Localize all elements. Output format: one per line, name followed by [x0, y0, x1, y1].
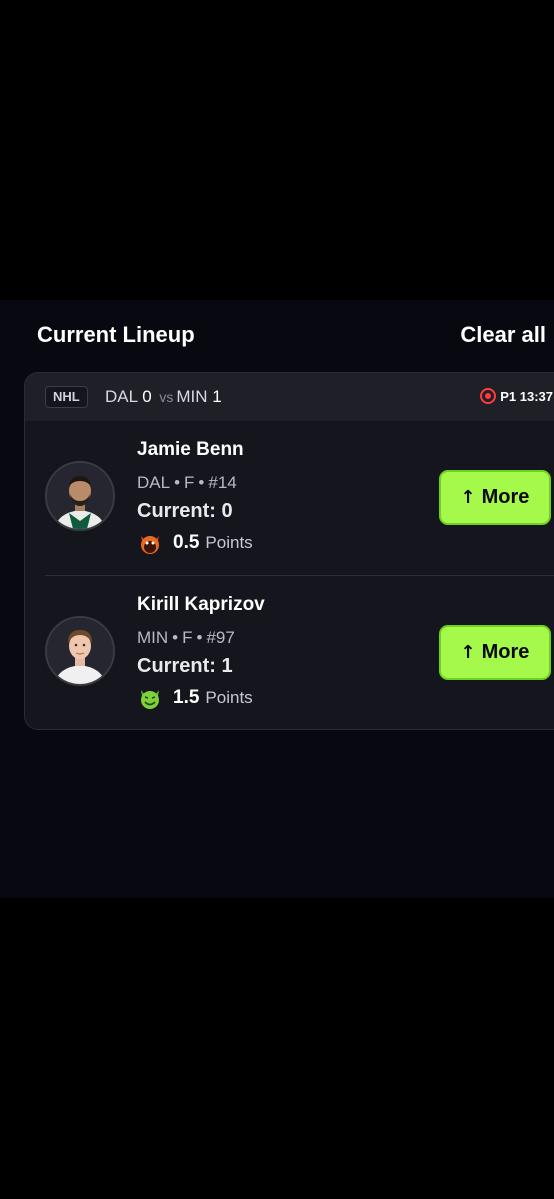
- more-button[interactable]: ↑ More: [439, 470, 551, 525]
- player-position: F: [184, 473, 195, 492]
- more-label: More: [481, 641, 530, 663]
- home-team: DAL: [105, 387, 138, 406]
- clear-all-button[interactable]: Clear all: [460, 322, 546, 348]
- player-points: 0.5 Points: [137, 530, 253, 556]
- player-number: #97: [206, 628, 235, 647]
- points-label: Points: [205, 688, 253, 707]
- more-button[interactable]: ↑ More: [439, 625, 551, 680]
- player-avatar: [45, 461, 115, 531]
- page-title: Current Lineup: [37, 322, 195, 347]
- arrow-up-icon: ↑: [460, 487, 476, 508]
- lineup-panel: Current Lineup Clear all NHL DAL 0 vs MIN…: [0, 300, 554, 898]
- current-value: 0: [221, 500, 233, 522]
- player-row: Jamie Benn DAL • F • #14 Current: 0 0.5 …: [25, 421, 554, 575]
- player-name: Jamie Benn: [137, 439, 244, 460]
- player-meta: MIN • F • #97: [137, 628, 235, 647]
- current-label: Current:: [137, 500, 216, 522]
- player-points: 1.5 Points: [137, 685, 253, 711]
- lineup-header: Current Lineup Clear all: [0, 300, 554, 372]
- game-card: NHL DAL 0 vs MIN 1 P1 13:37 Jamie Benn D…: [24, 372, 554, 730]
- red-devil-emoji-icon: [137, 530, 163, 556]
- home-score: 0: [142, 387, 152, 406]
- matchup: DAL 0 vs MIN 1: [105, 387, 222, 407]
- player-current: Current: 1: [137, 655, 233, 678]
- current-label: Current:: [137, 655, 216, 677]
- live-record-icon: [480, 388, 497, 404]
- away-team: MIN: [176, 387, 208, 406]
- points-value: 1.5: [173, 687, 200, 708]
- arrow-up-icon: ↑: [460, 642, 476, 663]
- player-team: MIN: [137, 628, 169, 647]
- away-score: 1: [212, 387, 222, 406]
- player-row: Kirill Kaprizov MIN•F•#97 Current: 1: [25, 576, 554, 729]
- green-devil-emoji-icon: [137, 685, 163, 711]
- game-clock: P1 13:37: [500, 388, 553, 404]
- player-position: F: [182, 628, 193, 647]
- points-label: Points: [205, 533, 253, 552]
- player-number: #14: [208, 473, 237, 492]
- live-status: P1 13:37: [480, 388, 553, 404]
- vs-label: vs: [159, 389, 174, 405]
- more-label: More: [481, 486, 530, 508]
- match-bar: NHL DAL 0 vs MIN 1 P1 13:37: [25, 373, 554, 421]
- player-current: Current: 0: [137, 500, 233, 523]
- league-badge: NHL: [45, 386, 88, 408]
- player-meta: DAL • F • #14: [137, 473, 237, 492]
- player-name: Kirill Kaprizov: [137, 594, 265, 615]
- player-team: DAL: [137, 473, 171, 492]
- points-value: 0.5: [173, 532, 200, 553]
- current-value: 1: [221, 655, 233, 677]
- player-avatar: [45, 616, 115, 686]
